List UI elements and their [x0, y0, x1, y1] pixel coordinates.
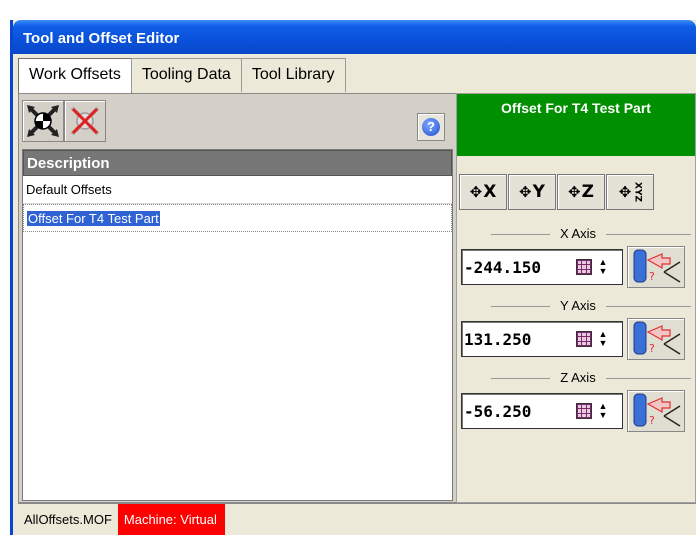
z-probe-button[interactable]: ?	[627, 390, 685, 432]
probe-icon: ?	[633, 321, 681, 355]
set-y-button[interactable]: ✥ Y	[508, 174, 556, 210]
y-axis-group: Y Axis 131.250 ▲ ▼ ?	[461, 298, 695, 360]
z-axis-group: Z Axis -56.250 ▲ ▼ ?	[461, 370, 695, 432]
status-bar: AllOffsets.MOF Machine: Virtual	[18, 503, 696, 535]
tab-bar: Work Offsets Tooling Data Tool Library	[18, 58, 346, 94]
help-button[interactable]: ?	[417, 113, 445, 141]
calculator-icon[interactable]	[576, 331, 592, 347]
svg-text:?: ?	[649, 270, 655, 283]
list-item[interactable]: Default Offsets	[23, 176, 452, 204]
offset-detail-pane: Offset For T4 Test Part ✥ X ✥ Y ✥ Z ✥ XYZ X …	[456, 93, 696, 503]
x-probe-button[interactable]: ?	[627, 246, 685, 288]
new-offset-icon	[27, 105, 59, 137]
list-item-label: Default Offsets	[26, 182, 112, 197]
calculator-icon[interactable]	[576, 259, 592, 275]
probe-icon: ?	[633, 249, 681, 283]
offsets-list-pane: ? Description Default Offsets Offset For…	[18, 93, 458, 503]
new-offset-button[interactable]	[22, 100, 64, 142]
delete-offset-button[interactable]	[64, 100, 106, 142]
probe-icon: ?	[633, 393, 681, 427]
svg-text:?: ?	[649, 342, 655, 355]
y-axis-value-field[interactable]: 131.250 ▲ ▼	[461, 321, 623, 357]
set-x-button[interactable]: ✥ X	[459, 174, 507, 210]
crosshair-xyz-icon: ✥	[618, 182, 632, 201]
axis-button-label: XYZ	[632, 182, 643, 202]
z-axis-value: -56.250	[464, 401, 532, 421]
axis-button-label: Y	[532, 182, 545, 202]
status-machine: Machine: Virtual	[117, 504, 225, 535]
delete-offset-icon	[70, 106, 100, 136]
window-title: Tool and Offset Editor	[13, 20, 696, 54]
z-axis-value-field[interactable]: -56.250 ▲ ▼	[461, 393, 623, 429]
x-axis-value-field[interactable]: -244.150 ▲ ▼	[461, 249, 623, 285]
z-axis-label: Z Axis	[558, 370, 598, 385]
x-axis-value: -244.150	[464, 257, 542, 277]
x-axis-label: X Axis	[557, 226, 599, 241]
calculator-icon[interactable]	[576, 403, 592, 419]
status-file: AllOffsets.MOF	[24, 512, 112, 527]
axis-button-group: ✥ X ✥ Y ✥ Z ✥ XYZ	[459, 174, 654, 210]
tab-work-offsets[interactable]: Work Offsets	[18, 58, 132, 94]
spinner-icon[interactable]: ▲ ▼	[596, 400, 610, 422]
tab-tool-library[interactable]: Tool Library	[240, 58, 346, 92]
crosshair-x-icon: ✥	[469, 183, 483, 201]
axis-button-label: X	[483, 182, 497, 202]
description-column-header[interactable]: Description	[23, 150, 452, 176]
tab-tooling-data[interactable]: Tooling Data	[130, 58, 242, 92]
help-icon: ?	[422, 118, 440, 136]
y-axis-value: 131.250	[464, 329, 532, 349]
set-xyz-button[interactable]: ✥ XYZ	[606, 174, 654, 210]
list-item-label: Offset For T4 Test Part	[27, 211, 160, 226]
offset-title: Offset For T4 Test Part	[457, 94, 695, 156]
spinner-icon[interactable]: ▲ ▼	[596, 256, 610, 278]
set-z-button[interactable]: ✥ Z	[557, 174, 605, 210]
svg-text:?: ?	[649, 414, 655, 427]
y-axis-label: Y Axis	[558, 298, 598, 313]
offsets-toolbar	[22, 100, 106, 142]
x-axis-group: X Axis -244.150 ▲ ▼ ?	[461, 226, 695, 288]
axis-button-label: Z	[581, 182, 594, 202]
offsets-list: Description Default Offsets Offset For T…	[22, 149, 453, 501]
spinner-icon[interactable]: ▲ ▼	[596, 328, 610, 350]
y-probe-button[interactable]: ?	[627, 318, 685, 360]
crosshair-y-icon: ✥	[519, 183, 532, 201]
tool-offset-editor-window: Tool and Offset Editor Work Offsets Tool…	[10, 20, 696, 535]
list-item-selected[interactable]: Offset For T4 Test Part	[23, 204, 452, 232]
crosshair-z-icon: ✥	[568, 183, 581, 201]
